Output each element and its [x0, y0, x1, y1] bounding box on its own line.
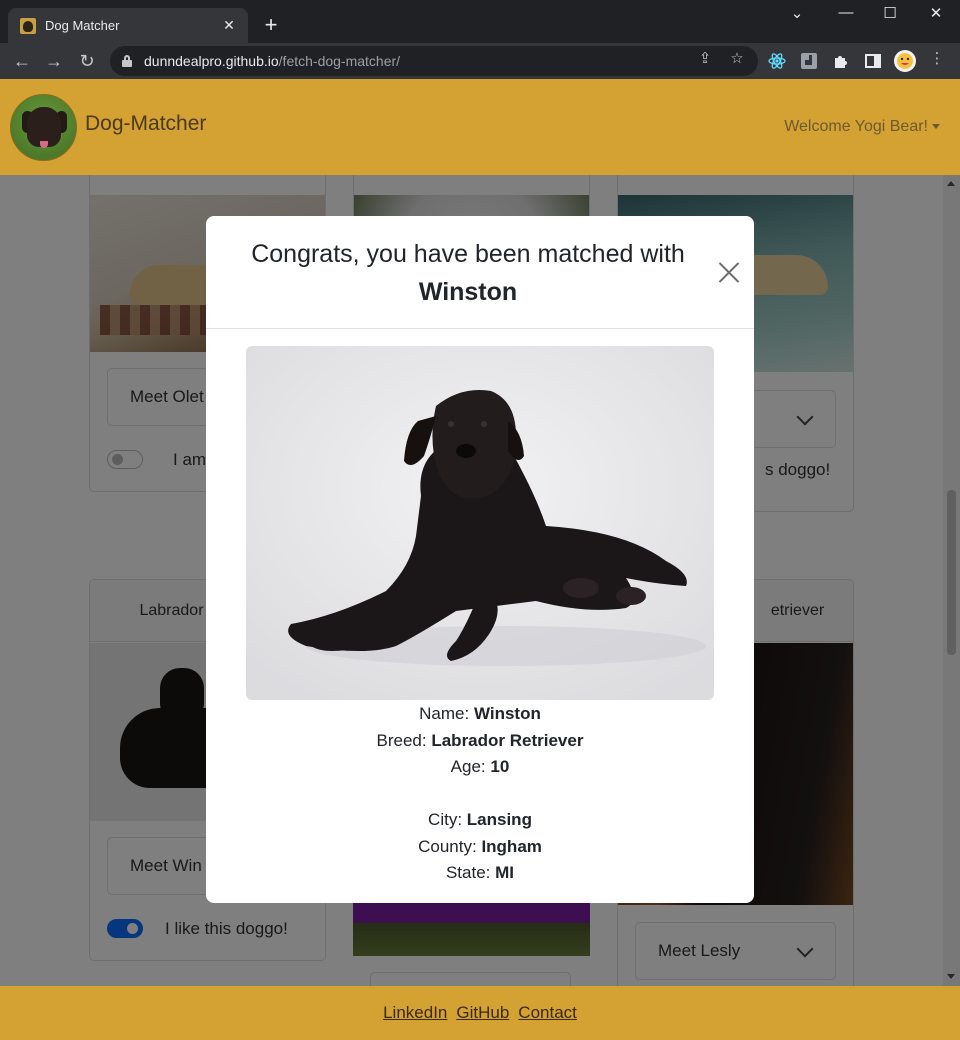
lock-icon	[122, 55, 132, 67]
brand-logo[interactable]	[10, 94, 77, 161]
detail-breed-value: Labrador Retriever	[431, 730, 584, 750]
detail-name-label: Name:	[419, 704, 470, 723]
tab-search-icon[interactable]: ⌄	[782, 4, 812, 22]
detail-state-label: State:	[445, 863, 491, 882]
detail-county-value: Ingham	[481, 836, 542, 856]
url-path: /fetch-dog-matcher/	[278, 53, 401, 69]
modal-title: Congrats, you have been matched with Win…	[226, 235, 710, 311]
django-extension-icon[interactable]	[800, 52, 818, 70]
reload-icon[interactable]: ↻	[75, 49, 99, 73]
forward-icon[interactable]: →	[42, 49, 66, 73]
tab-title: Dog Matcher	[45, 18, 120, 33]
match-modal: Congrats, you have been matched with Win…	[206, 216, 754, 903]
browser-tab-bar: Dog Matcher ✕ + ⌄ — ☐ ✕	[0, 0, 960, 43]
site-navbar: Dog-Matcher Welcome Yogi Bear!	[0, 79, 960, 175]
detail-name-value: Winston	[473, 704, 541, 723]
matched-dog-photo	[246, 346, 714, 700]
detail-county: County: Ingham	[206, 834, 754, 861]
address-bar[interactable]: dunndealpro.github.io/fetch-dog-matcher/	[110, 46, 758, 76]
browser-menu-icon[interactable]: ⋮	[927, 49, 947, 67]
detail-state: State: MI	[206, 860, 754, 887]
side-panel-icon[interactable]	[864, 52, 882, 70]
share-icon[interactable]: ⇪	[695, 49, 715, 67]
github-link[interactable]: GitHub	[456, 1003, 509, 1023]
tab-close-icon[interactable]: ✕	[220, 17, 238, 34]
extensions-puzzle-icon[interactable]	[832, 52, 850, 70]
matched-dog-name: Winston	[418, 278, 518, 306]
minimize-icon[interactable]: —	[831, 4, 861, 21]
detail-name: Name: Winston	[206, 701, 754, 728]
window-close-icon[interactable]: ✕	[921, 4, 951, 22]
brand-name[interactable]: Dog-Matcher	[85, 112, 206, 136]
modal-close-icon[interactable]	[718, 261, 740, 283]
modal-header: Congrats, you have been matched with Win…	[206, 216, 754, 329]
back-icon[interactable]: ←	[10, 49, 34, 73]
detail-city-label: City:	[428, 810, 463, 829]
welcome-text: Welcome Yogi Bear!	[784, 118, 928, 135]
url-host: dunndealpro.github.io	[144, 53, 279, 69]
maximize-icon[interactable]: ☐	[875, 4, 905, 22]
react-devtools-icon[interactable]	[768, 52, 786, 70]
detail-breed-label: Breed:	[376, 730, 427, 750]
bookmark-star-icon[interactable]: ☆	[727, 49, 747, 67]
linkedin-link[interactable]: LinkedIn	[383, 1003, 447, 1023]
dog-details: Name: Winston Breed: Labrador Retriever …	[206, 701, 754, 887]
user-menu-dropdown[interactable]: Welcome Yogi Bear!	[784, 118, 940, 136]
detail-county-label: County:	[418, 836, 477, 856]
modal-title-prefix: Congrats, you have been matched with	[251, 240, 685, 268]
detail-breed: Breed: Labrador Retriever	[206, 728, 754, 755]
detail-age: Age: 10	[206, 754, 754, 781]
detail-age-value: 10	[490, 757, 510, 776]
detail-city-value: Lansing	[466, 810, 532, 829]
profile-avatar-icon[interactable]	[894, 50, 916, 72]
new-tab-icon[interactable]: +	[258, 12, 284, 38]
detail-city: City: Lansing	[206, 807, 754, 834]
browser-toolbar: ← → ↻ dunndealpro.github.io/fetch-dog-ma…	[0, 43, 960, 79]
detail-state-value: MI	[495, 863, 515, 882]
favicon-icon	[20, 17, 36, 34]
caret-down-icon	[932, 124, 940, 130]
detail-age-label: Age:	[450, 757, 486, 776]
contact-link[interactable]: Contact	[518, 1003, 577, 1023]
site-footer: LinkedIn GitHub Contact	[0, 986, 960, 1040]
browser-tab[interactable]: Dog Matcher ✕	[8, 8, 248, 43]
